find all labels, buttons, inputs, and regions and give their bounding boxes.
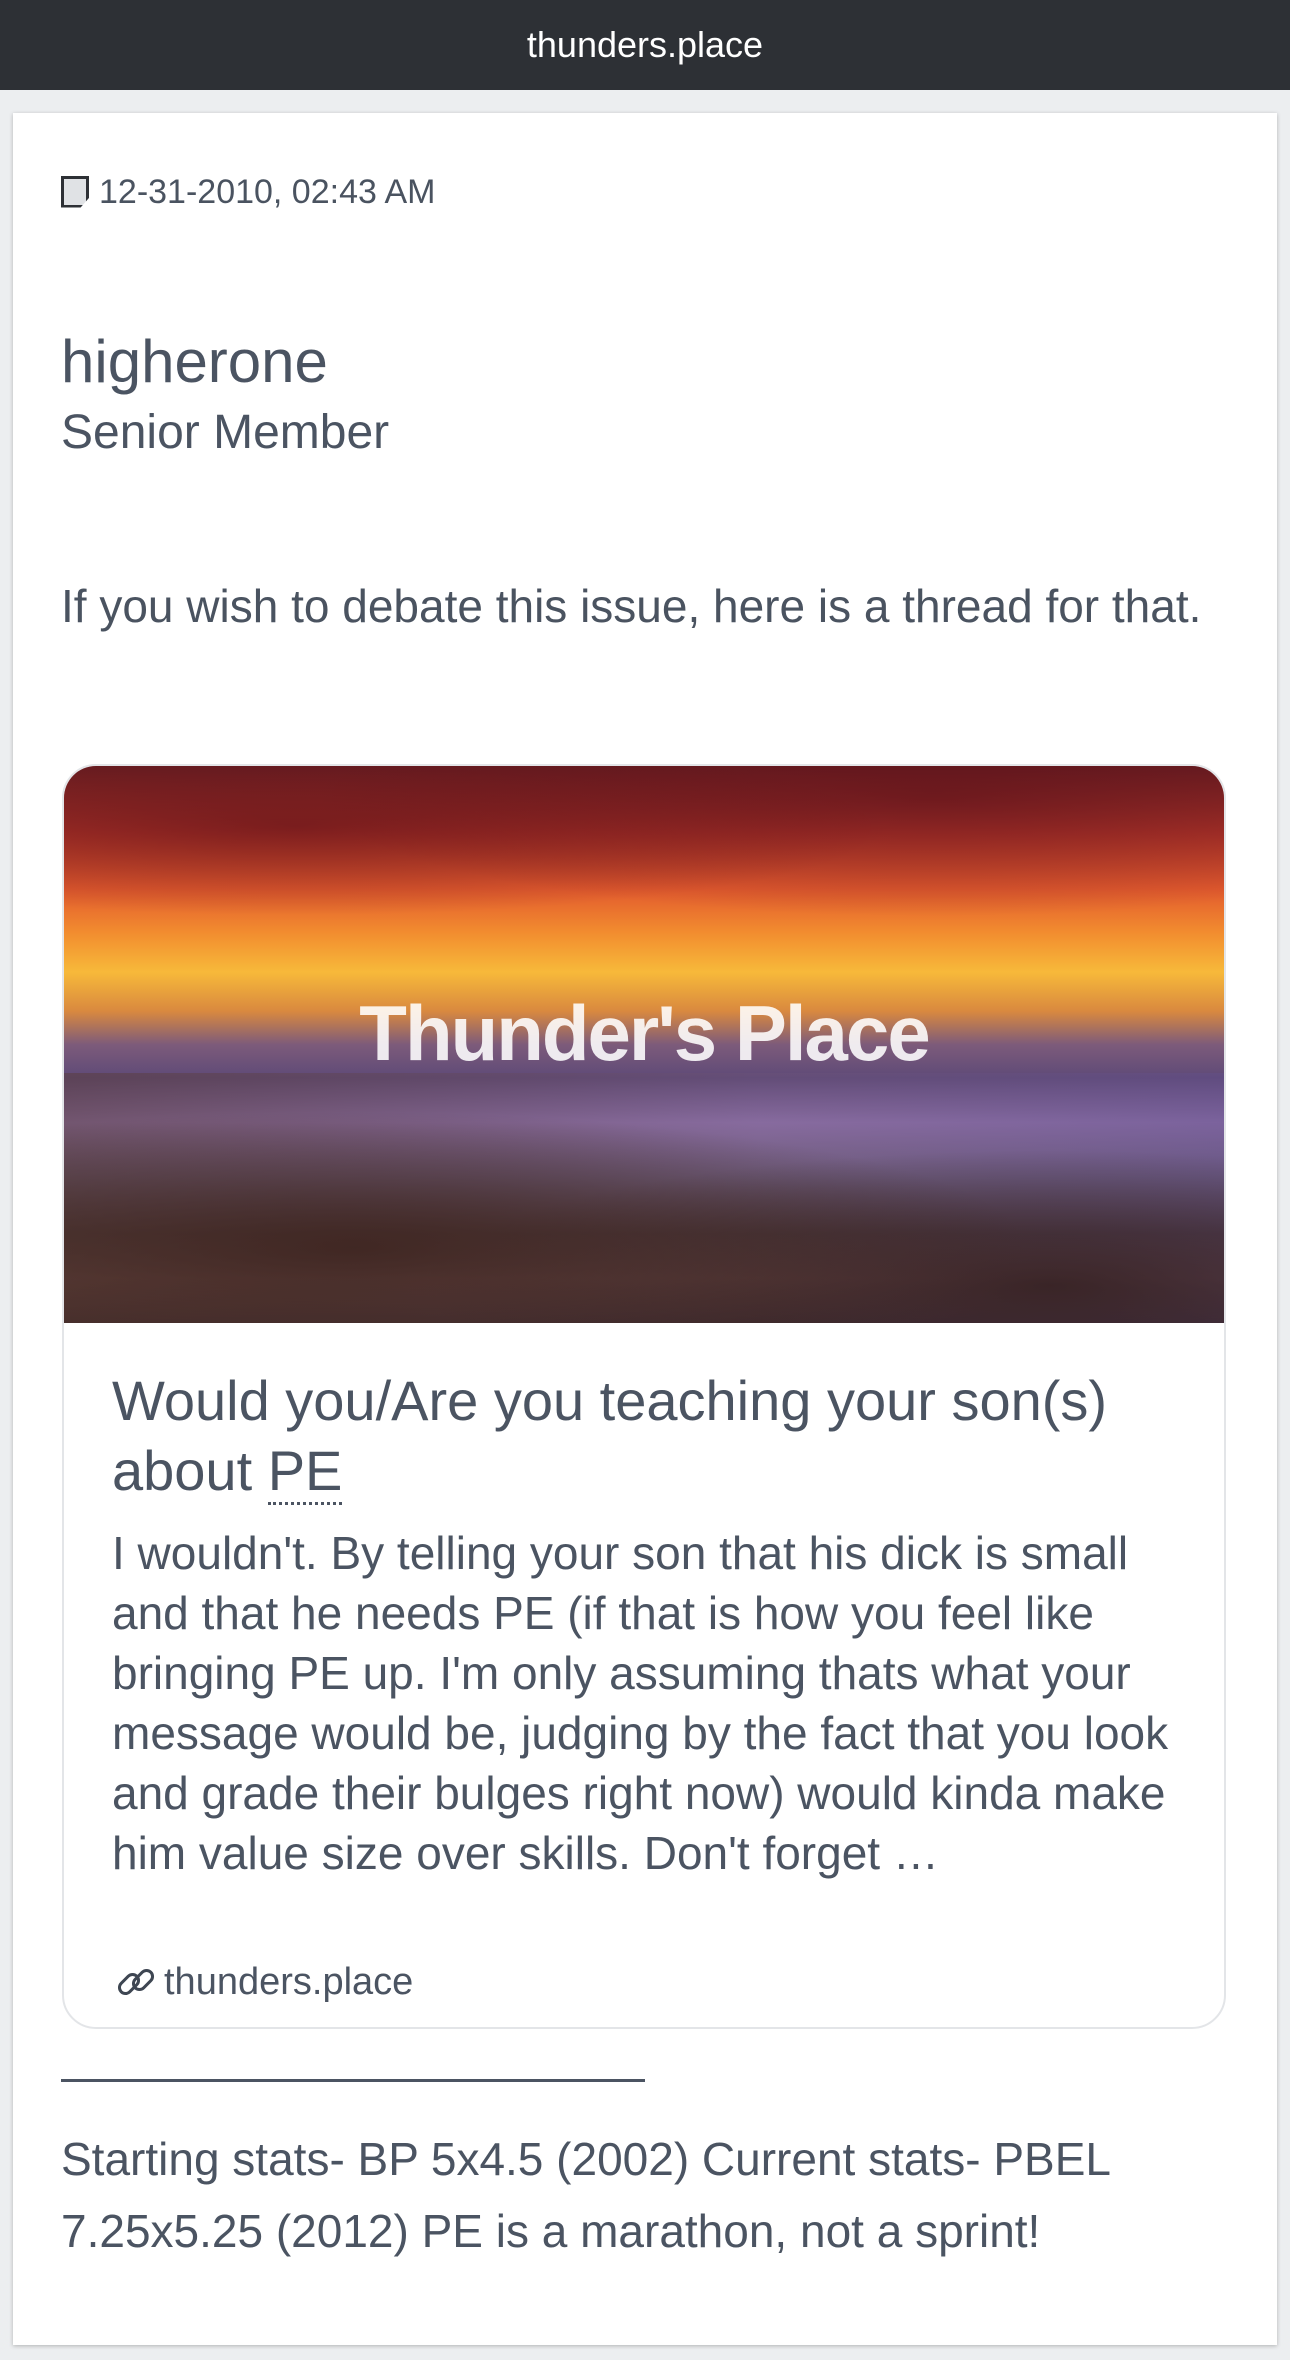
top-bar: thunders.place bbox=[0, 0, 1290, 90]
post-date: 12-31-2010, 02:43 AM bbox=[61, 173, 435, 212]
link-preview-description: I wouldn't. By telling your son that his… bbox=[112, 1527, 1169, 1879]
banner-logo: Thunder's Place bbox=[359, 989, 930, 1077]
link-preview-image: Thunder's Place bbox=[64, 766, 1224, 1323]
post-card: 12-31-2010, 02:43 AM higherone Senior Me… bbox=[13, 113, 1277, 2345]
link-preview-domain-text: thunders.place bbox=[164, 1960, 414, 2003]
link-preview-card[interactable]: Thunder's Place Would you/Are you teachi… bbox=[62, 764, 1226, 2029]
site-domain: thunders.place bbox=[526, 24, 764, 65]
post-body: If you wish to debate this issue, here i… bbox=[61, 580, 1202, 632]
link-preview-domain: thunders.place bbox=[112, 1958, 413, 2006]
user-title: Senior Member bbox=[61, 406, 390, 459]
abbreviation-pe: PE bbox=[267, 1439, 343, 1505]
signature: Starting stats- BP 5x4.5 (2002) Current … bbox=[61, 2133, 1110, 2257]
post-date-text: 12-31-2010, 02:43 AM bbox=[99, 173, 436, 211]
link-preview-title[interactable]: Would you/Are you teaching your son(s) a… bbox=[112, 1366, 1182, 1506]
document-icon bbox=[61, 175, 89, 208]
link-icon bbox=[117, 1968, 155, 1996]
username[interactable]: higherone bbox=[61, 327, 328, 396]
signature-divider bbox=[61, 2079, 645, 2082]
